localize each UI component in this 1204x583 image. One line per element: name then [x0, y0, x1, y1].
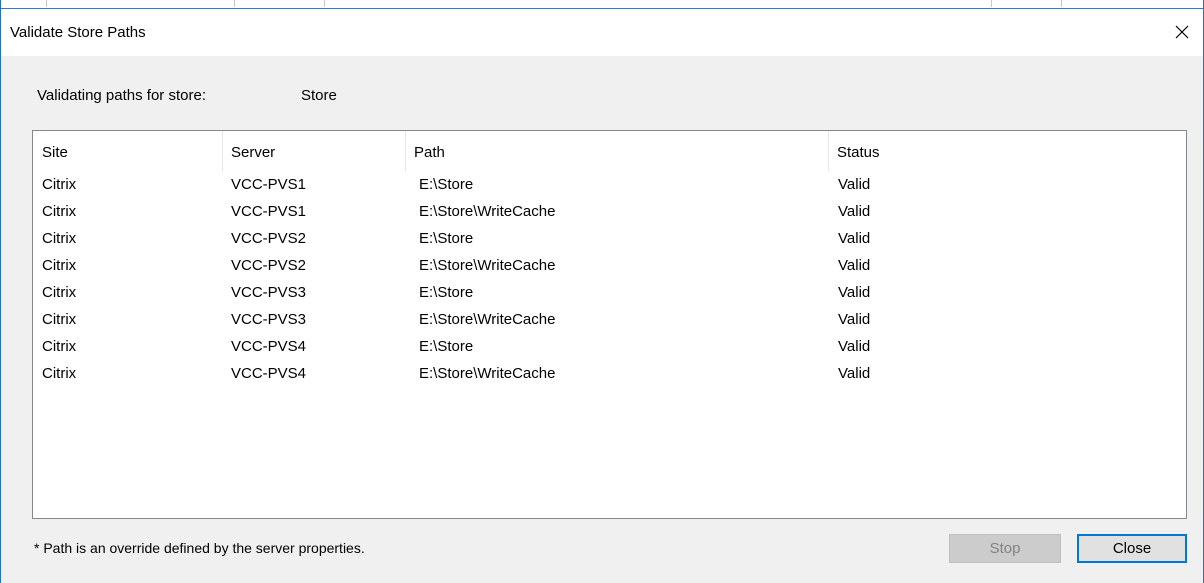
store-name: Store [301, 87, 337, 104]
cell-server: VCC-PVS4 [231, 338, 307, 355]
stop-button: Stop [949, 534, 1061, 563]
table-row[interactable]: Citrix VCC-PVS2 E:\Store\WriteCache Vali… [33, 252, 1186, 279]
table-row[interactable]: Citrix VCC-PVS3 E:\Store\WriteCache Vali… [33, 306, 1186, 333]
table-row[interactable]: Citrix VCC-PVS1 E:\Store\WriteCache Vali… [33, 198, 1186, 225]
list-header: Site Server Path Status [33, 131, 1186, 171]
table-row[interactable]: Citrix VCC-PVS2 E:\Store Valid [33, 225, 1186, 252]
table-row[interactable]: Citrix VCC-PVS3 E:\Store Valid [33, 279, 1186, 306]
cell-path: E:\Store [419, 230, 474, 247]
cell-path: E:\Store\WriteCache [419, 203, 556, 220]
dialog-title: Validate Store Paths [10, 24, 146, 41]
cell-status: Valid [838, 284, 871, 301]
cell-server: VCC-PVS1 [231, 203, 307, 220]
table-row[interactable]: Citrix VCC-PVS4 E:\Store\WriteCache Vali… [33, 360, 1186, 387]
close-icon [1175, 25, 1189, 39]
cell-server: VCC-PVS1 [231, 176, 307, 193]
cell-path: E:\Store [419, 284, 474, 301]
close-button[interactable]: Close [1077, 534, 1187, 563]
cell-status: Valid [838, 311, 871, 328]
cell-site: Citrix [42, 203, 77, 220]
column-header-status[interactable]: Status [828, 131, 1186, 171]
paths-list-view[interactable]: Site Server Path Status Citrix VCC-PVS1 … [32, 130, 1187, 519]
cell-server: VCC-PVS2 [231, 257, 307, 274]
close-window-button[interactable] [1165, 17, 1199, 47]
table-row[interactable]: Citrix VCC-PVS4 E:\Store Valid [33, 333, 1186, 360]
store-label: Validating paths for store: [37, 87, 206, 104]
cell-status: Valid [838, 176, 871, 193]
cell-server: VCC-PVS2 [231, 230, 307, 247]
table-row[interactable]: Citrix VCC-PVS1 E:\Store Valid [33, 171, 1186, 198]
cell-site: Citrix [42, 311, 77, 328]
cell-site: Citrix [42, 176, 77, 193]
override-footnote: * Path is an override defined by the ser… [34, 540, 365, 556]
title-bar: Validate Store Paths [1, 9, 1203, 56]
cell-status: Valid [838, 365, 871, 382]
cell-site: Citrix [42, 257, 77, 274]
cell-site: Citrix [42, 230, 77, 247]
cell-path: E:\Store\WriteCache [419, 365, 556, 382]
column-header-site[interactable]: Site [33, 131, 222, 171]
window-top-strip [1, 0, 1203, 9]
cell-site: Citrix [42, 338, 77, 355]
column-header-server[interactable]: Server [222, 131, 405, 171]
validate-store-paths-dialog: Validate Store Paths Validating paths fo… [0, 0, 1204, 583]
cell-site: Citrix [42, 284, 77, 301]
cell-server: VCC-PVS4 [231, 365, 307, 382]
cell-status: Valid [838, 230, 871, 247]
cell-server: VCC-PVS3 [231, 284, 307, 301]
cell-path: E:\Store [419, 176, 474, 193]
cell-path: E:\Store\WriteCache [419, 311, 556, 328]
cell-site: Citrix [42, 365, 77, 382]
cell-path: E:\Store [419, 338, 474, 355]
list-rows: Citrix VCC-PVS1 E:\Store Valid Citrix VC… [33, 171, 1186, 387]
cell-status: Valid [838, 203, 871, 220]
cell-status: Valid [838, 257, 871, 274]
cell-path: E:\Store\WriteCache [419, 257, 556, 274]
column-header-path[interactable]: Path [405, 131, 828, 171]
cell-server: VCC-PVS3 [231, 311, 307, 328]
cell-status: Valid [838, 338, 871, 355]
